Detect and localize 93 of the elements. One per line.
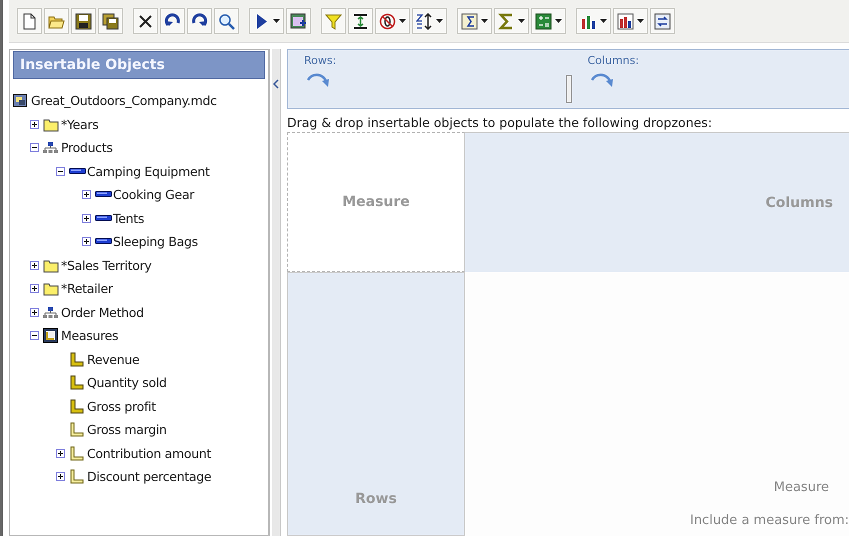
dropdown-arrow-icon[interactable] [555, 19, 562, 23]
toolbar-button[interactable] [249, 8, 284, 34]
expand-icon[interactable] [56, 472, 64, 482]
tree-item[interactable]: Tents [113, 210, 144, 226]
expand-icon[interactable] [30, 120, 38, 129]
tree-item[interactable]: Great_Outdoors_Company.mdc [31, 93, 217, 108]
expand-icon[interactable] [30, 308, 38, 317]
tree-item[interactable]: Sleeping Bags [113, 234, 198, 250]
dropzone-label: Measure [342, 194, 410, 210]
sum-icon[interactable] [498, 12, 515, 30]
dropzone-label: Columns [765, 194, 833, 210]
expand-icon[interactable] [82, 190, 90, 200]
insert-table-icon[interactable] [290, 12, 307, 30]
hierarchy-icon [43, 304, 60, 320]
save-icon[interactable] [75, 12, 92, 30]
tree-item[interactable]: *Retailer [61, 281, 113, 296]
cube-icon [13, 93, 30, 108]
no-zero-icon[interactable] [379, 12, 396, 30]
curved-arrow-icon [306, 71, 332, 89]
toolbar-button[interactable] [348, 8, 373, 34]
save-all-icon[interactable] [102, 12, 119, 30]
curved-arrow-icon [590, 71, 616, 89]
tree-item[interactable]: Revenue [87, 352, 140, 367]
toolbar-button[interactable] [133, 8, 158, 34]
folder-icon [43, 281, 60, 296]
tree-item[interactable]: Camping Equipment [87, 164, 210, 179]
measure-icon [69, 398, 86, 414]
measure-icon [69, 375, 86, 390]
splitter-handle[interactable] [566, 75, 572, 103]
tree-item[interactable]: Contribution amount [87, 446, 212, 461]
dropdown-arrow-icon[interactable] [436, 19, 443, 23]
tree-item[interactable]: *Sales Territory [61, 258, 152, 273]
hierarchy-icon [43, 140, 60, 156]
toolbar-button[interactable] [71, 8, 96, 34]
dropdown-arrow-icon[interactable] [518, 19, 525, 23]
collapse-icon[interactable] [30, 331, 38, 340]
tree-item[interactable]: Gross profit [87, 398, 156, 414]
sort-icon[interactable] [416, 12, 433, 30]
dropzone-label: Rows [355, 491, 397, 507]
tree-item[interactable]: Cooking Gear [113, 187, 194, 202]
suppress-icon[interactable] [352, 12, 369, 30]
toolbar-button[interactable] [375, 8, 410, 34]
toolbar-button[interactable] [160, 8, 185, 34]
expand-icon[interactable] [30, 260, 38, 270]
measure-icon [69, 422, 86, 438]
toolbar-button[interactable] [576, 8, 611, 34]
expand-icon[interactable] [56, 448, 64, 458]
swap-icon[interactable] [654, 12, 671, 30]
summary-icon[interactable] [461, 12, 478, 30]
dropdown-arrow-icon[interactable] [481, 19, 488, 23]
dropzone-hint: Include a measure from: [690, 513, 849, 528]
measures-icon [43, 328, 60, 344]
toolbar-button[interactable] [531, 8, 566, 34]
collapse-icon[interactable] [56, 166, 64, 176]
expand-icon[interactable] [30, 284, 38, 294]
filter-icon[interactable] [325, 12, 342, 30]
new-file-icon[interactable] [21, 12, 38, 30]
close-icon[interactable] [137, 12, 154, 30]
expand-icon[interactable] [82, 237, 90, 246]
tree-item[interactable]: Measures [61, 328, 118, 344]
toolbar-button[interactable] [613, 8, 648, 34]
tree-item[interactable]: Gross margin [87, 422, 167, 438]
calculator-icon[interactable] [535, 12, 552, 30]
dropdown-arrow-icon[interactable] [637, 19, 644, 23]
tree-item[interactable]: Products [61, 140, 113, 156]
toolbar-button[interactable] [17, 8, 42, 34]
drop-label: Rows: [304, 54, 336, 67]
tree-item[interactable]: *Years [61, 116, 98, 132]
tree-item[interactable]: Quantity sold [87, 375, 167, 390]
dropdown-arrow-icon[interactable] [399, 19, 406, 23]
folder-icon [43, 116, 60, 132]
dropzone-label: Measure [774, 480, 829, 495]
folder-icon [43, 258, 60, 273]
tree-item[interactable]: Discount percentage [87, 469, 212, 484]
drop-label: Columns: [588, 54, 640, 67]
toolbar-button[interactable] [286, 8, 311, 34]
toolbar-button[interactable] [187, 8, 212, 34]
measure-icon [69, 469, 86, 484]
toolbar-button[interactable] [412, 8, 447, 34]
measure-icon [69, 446, 86, 461]
expand-icon[interactable] [82, 214, 90, 223]
dropdown-arrow-icon[interactable] [600, 19, 607, 23]
instruction-text: Drag & drop insertable objects to populate the following dropzones: [287, 114, 714, 132]
toolbar-button[interactable] [98, 8, 123, 34]
tree-item[interactable]: Order Method [61, 304, 144, 320]
toolbar-button[interactable] [457, 8, 492, 34]
collapse-icon[interactable] [30, 143, 38, 152]
panel-title: Insertable Objects [13, 51, 265, 79]
measure-icon [69, 352, 86, 367]
column-chart-icon[interactable] [617, 12, 634, 30]
dropdown-arrow-icon[interactable] [273, 19, 280, 23]
search-icon[interactable] [218, 12, 235, 30]
toolbar-button[interactable] [650, 8, 675, 34]
